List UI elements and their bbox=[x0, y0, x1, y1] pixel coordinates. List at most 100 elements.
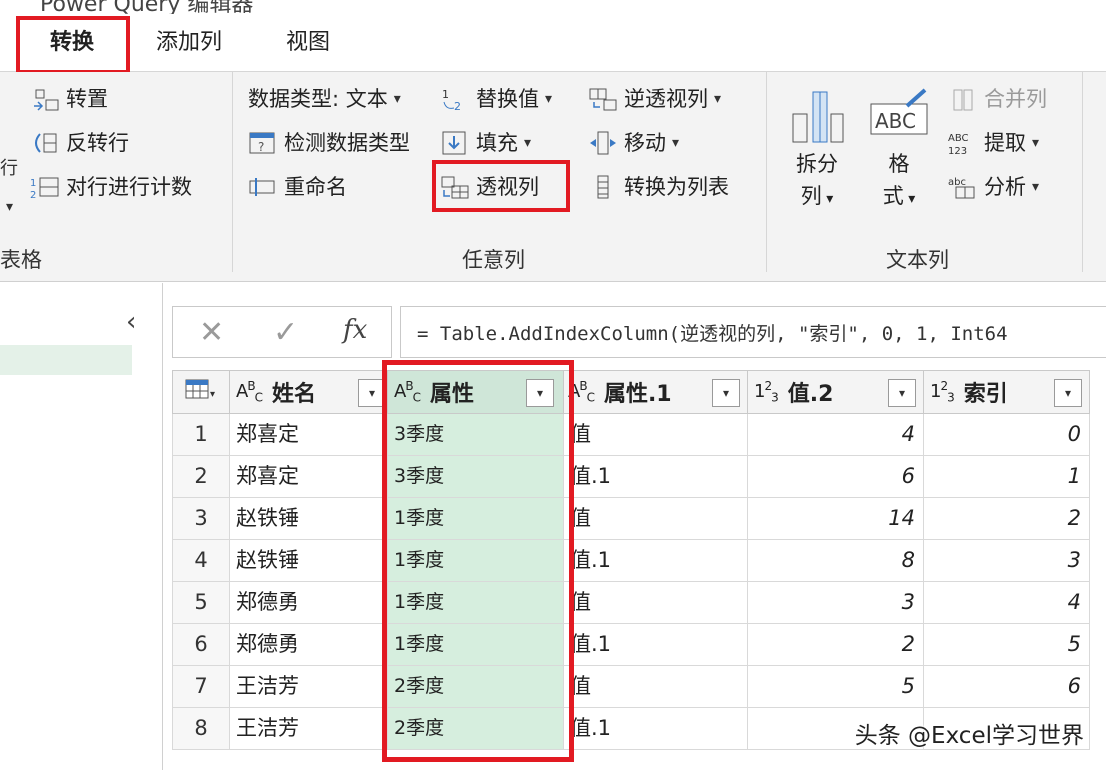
svg-text:2: 2 bbox=[454, 100, 461, 112]
confirm-formula-icon[interactable]: ✓ bbox=[273, 315, 298, 350]
unpivot-columns-label: 逆透视列 bbox=[624, 87, 708, 111]
list-icon bbox=[588, 174, 618, 200]
reverse-rows-button[interactable]: 反转行 bbox=[30, 126, 129, 160]
separator bbox=[232, 72, 233, 272]
tab-view[interactable]: 视图 bbox=[286, 24, 330, 62]
cell-name[interactable]: 赵铁锤 bbox=[230, 540, 388, 582]
chevron-down-icon: ▾ bbox=[714, 91, 722, 107]
count-rows-button[interactable]: 12 对行进行计数 bbox=[30, 170, 192, 204]
fill-button[interactable]: 填充 ▾ bbox=[440, 126, 531, 160]
cell-value-2[interactable]: 8 bbox=[748, 540, 924, 582]
convert-to-list-button[interactable]: 转换为列表 bbox=[588, 170, 729, 204]
tab-add-column[interactable]: 添加列 bbox=[156, 24, 222, 62]
cell-name[interactable]: 王洁芳 bbox=[230, 666, 388, 708]
cell-index[interactable]: 0 bbox=[924, 414, 1090, 456]
cell-name[interactable]: 王洁芳 bbox=[230, 708, 388, 750]
data-type-dropdown[interactable]: 数据类型: 文本 ▾ bbox=[248, 82, 401, 116]
rename-button[interactable]: 重命名 bbox=[248, 170, 347, 204]
column-name-label: 索引 bbox=[963, 382, 1008, 407]
queries-pane: ‹ bbox=[0, 283, 163, 770]
svg-text:▾: ▾ bbox=[210, 389, 215, 400]
format-label-1: 格 bbox=[888, 152, 910, 176]
cell-index[interactable]: 1 bbox=[924, 456, 1090, 498]
reverse-rows-label: 反转行 bbox=[66, 131, 129, 155]
cell-index[interactable]: 2 bbox=[924, 498, 1090, 540]
formula-input[interactable]: = Table.AddIndexColumn(逆透视的列, "索引", 0, 1… bbox=[400, 306, 1106, 358]
count-rows-icon: 12 bbox=[30, 174, 60, 201]
row-number[interactable]: 3 bbox=[172, 498, 230, 540]
selected-query-item[interactable] bbox=[0, 345, 132, 375]
format-button[interactable]: ABC 格 式 ▾ bbox=[866, 86, 932, 215]
cell-attribute-1[interactable]: 值.1 bbox=[564, 708, 748, 750]
table-menu-button[interactable]: ▾ bbox=[172, 370, 230, 414]
cell-value-2[interactable]: 3 bbox=[748, 582, 924, 624]
cell-index[interactable]: 3 bbox=[924, 540, 1090, 582]
fx-icon[interactable]: fx bbox=[343, 315, 367, 345]
column-name-label: 姓名 bbox=[271, 382, 316, 407]
formula-text: = Table.AddIndexColumn(逆透视的列, "索引", 0, 1… bbox=[417, 323, 1008, 345]
reverse-rows-icon bbox=[30, 130, 60, 156]
text-column-group-label: 文本列 bbox=[886, 248, 949, 272]
extract-button[interactable]: ABC 123 提取 ▾ bbox=[948, 126, 1039, 160]
cell-value-2[interactable]: 4 bbox=[748, 414, 924, 456]
unpivot-columns-button[interactable]: 逆透视列 ▾ bbox=[588, 82, 721, 116]
chevron-down-icon: ▾ bbox=[545, 91, 553, 107]
column-header-index[interactable]: 123 索引 ▾ bbox=[924, 370, 1090, 414]
cell-attribute-1[interactable]: 值.1 bbox=[564, 624, 748, 666]
row-number[interactable]: 4 bbox=[172, 540, 230, 582]
cell-attribute-1[interactable]: 值 bbox=[564, 498, 748, 540]
row-number[interactable]: 6 bbox=[172, 624, 230, 666]
count-rows-label: 对行进行计数 bbox=[66, 175, 192, 199]
column-header-name[interactable]: ABC 姓名 ▾ bbox=[230, 370, 388, 414]
cell-name[interactable]: 郑德勇 bbox=[230, 582, 388, 624]
extract-icon: ABC 123 bbox=[948, 130, 978, 157]
parse-button[interactable]: abc 分析 ▾ bbox=[948, 170, 1039, 204]
cell-attribute-1[interactable]: 值 bbox=[564, 414, 748, 456]
cell-attribute-1[interactable]: 值 bbox=[564, 582, 748, 624]
cell-name[interactable]: 赵铁锤 bbox=[230, 498, 388, 540]
cell-attribute-1[interactable]: 值.1 bbox=[564, 456, 748, 498]
row-number[interactable]: 1 bbox=[172, 414, 230, 456]
detect-data-type-button[interactable]: ? 检测数据类型 bbox=[248, 126, 410, 160]
column-header-value-2[interactable]: 123 值.2 ▾ bbox=[748, 370, 924, 414]
move-button[interactable]: 移动 ▾ bbox=[588, 126, 679, 160]
filter-dropdown-icon[interactable]: ▾ bbox=[712, 379, 740, 407]
cell-index[interactable]: 5 bbox=[924, 624, 1090, 666]
cell-value-2[interactable]: 6 bbox=[748, 456, 924, 498]
split-column-icon bbox=[786, 86, 848, 148]
cell-value-2[interactable]: 2 bbox=[748, 624, 924, 666]
cell-attribute-1[interactable]: 值 bbox=[564, 666, 748, 708]
svg-text:1: 1 bbox=[30, 178, 36, 189]
cell-attribute-1[interactable]: 值.1 bbox=[564, 540, 748, 582]
split-column-button[interactable]: 拆分 列 ▾ bbox=[786, 86, 848, 215]
cell-name[interactable]: 郑德勇 bbox=[230, 624, 388, 666]
format-icon: ABC bbox=[866, 86, 932, 148]
cell-name[interactable]: 郑喜定 bbox=[230, 456, 388, 498]
column-header-attribute-1[interactable]: ABC 属性.1 ▾ bbox=[564, 370, 748, 414]
cell-value-2[interactable]: 14 bbox=[748, 498, 924, 540]
row-number[interactable]: 8 bbox=[172, 708, 230, 750]
unpivot-icon bbox=[588, 86, 618, 112]
replace-values-label: 替换值 bbox=[476, 87, 539, 111]
svg-text:1: 1 bbox=[442, 88, 449, 101]
filter-dropdown-icon[interactable]: ▾ bbox=[1054, 379, 1082, 407]
cancel-formula-icon[interactable]: ✕ bbox=[199, 315, 224, 350]
replace-values-button[interactable]: 12 替换值 ▾ bbox=[440, 82, 552, 116]
cutoff-button[interactable]: 行 bbox=[0, 152, 18, 186]
cell-name[interactable]: 郑喜定 bbox=[230, 414, 388, 456]
attribute-column-highlight-box bbox=[382, 360, 574, 762]
filter-dropdown-icon[interactable]: ▾ bbox=[888, 379, 916, 407]
transpose-icon bbox=[30, 86, 60, 112]
text-type-icon: ABC bbox=[236, 379, 263, 405]
transpose-button[interactable]: 转置 bbox=[30, 82, 108, 116]
row-number[interactable]: 7 bbox=[172, 666, 230, 708]
cell-index[interactable]: 4 bbox=[924, 582, 1090, 624]
collapse-pane-icon[interactable]: ‹ bbox=[126, 307, 136, 337]
merge-columns-button[interactable]: 合并列 bbox=[948, 82, 1047, 116]
row-number[interactable]: 5 bbox=[172, 582, 230, 624]
row-number[interactable]: 2 bbox=[172, 456, 230, 498]
cell-value-2[interactable]: 5 bbox=[748, 666, 924, 708]
parse-icon: abc bbox=[948, 174, 978, 200]
tab-highlight-box bbox=[16, 16, 130, 74]
cell-index[interactable]: 6 bbox=[924, 666, 1090, 708]
